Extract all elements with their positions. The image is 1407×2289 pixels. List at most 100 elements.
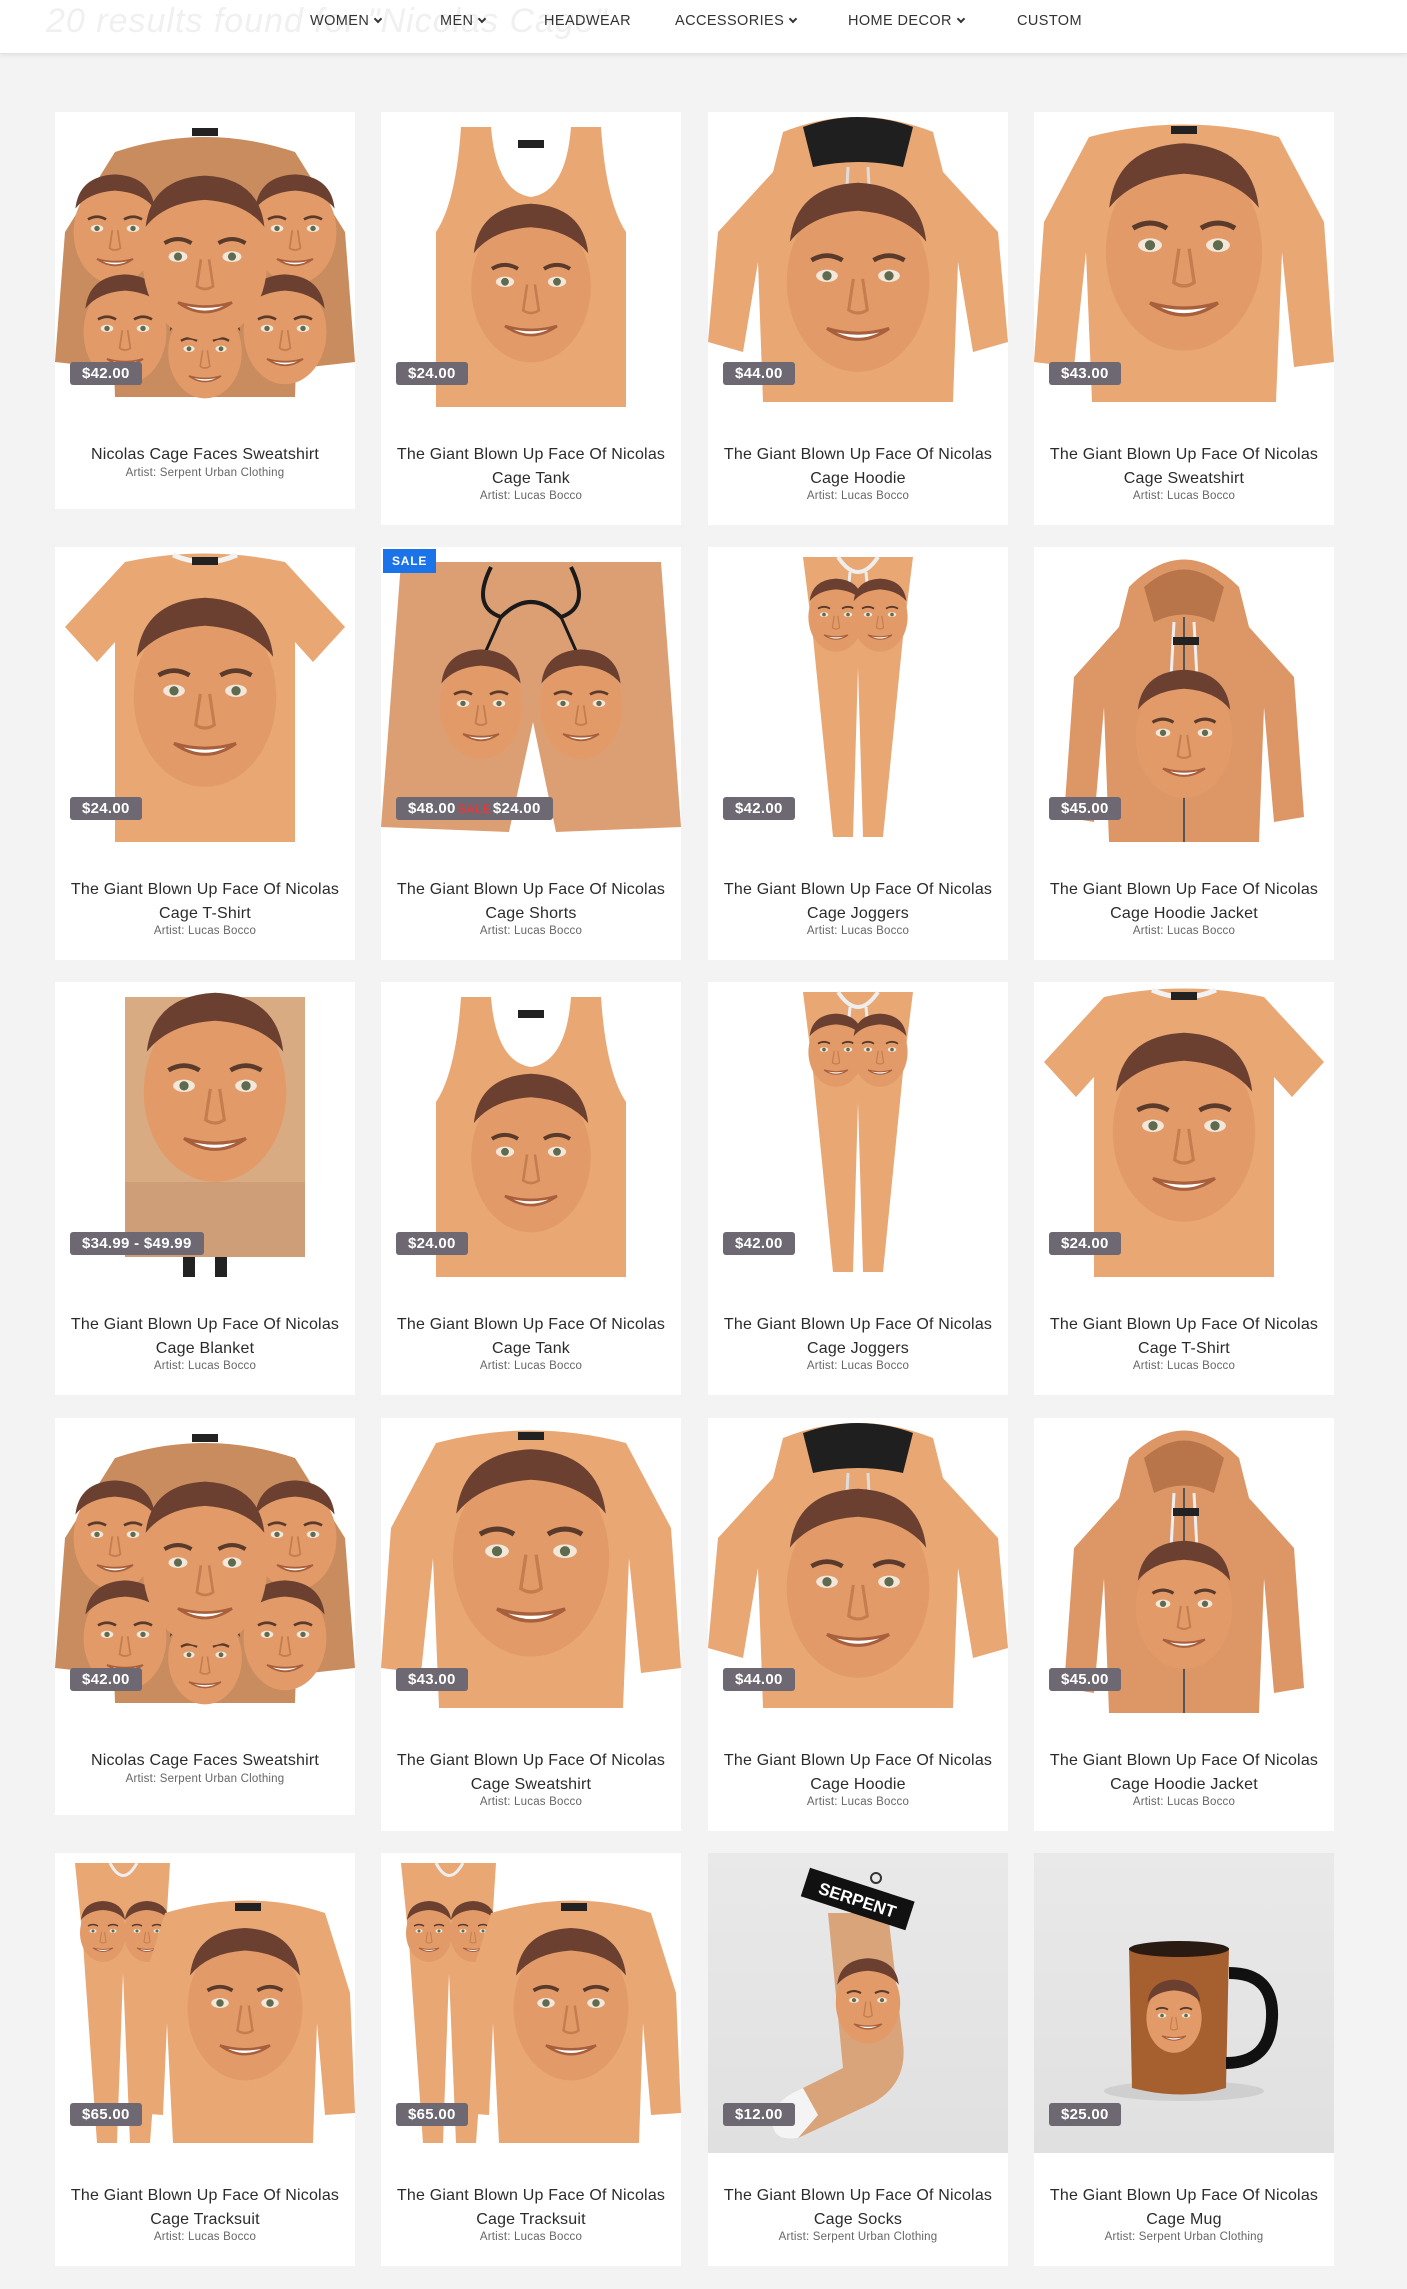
price-tag: $65.00 [70, 2103, 142, 2126]
original-price: $48.00 [408, 800, 456, 817]
price-tag: $45.00 [1049, 797, 1121, 820]
product-artist[interactable]: Artist: Serpent Urban Clothing [55, 1773, 355, 1785]
product-image[interactable]: $65.00 [381, 1853, 681, 2153]
product-title[interactable]: The Giant Blown Up Face Of Nicolas Cage … [1040, 1313, 1328, 1361]
product-image[interactable]: $25.00 [1034, 1853, 1334, 2153]
product-card[interactable]: $65.00 The Giant Blown Up Face Of Nicolas… [55, 1853, 355, 2266]
product-card[interactable]: $42.00 Nicolas Cage Faces Sweatshirt Artis… [55, 1418, 355, 1815]
product-artist[interactable]: Artist: Lucas Bocco [381, 2231, 681, 2243]
product-title[interactable]: The Giant Blown Up Face Of Nicolas Cage … [1040, 2184, 1328, 2232]
sale-badge: SALE [383, 549, 437, 573]
product-title[interactable]: The Giant Blown Up Face Of Nicolas Cage … [387, 443, 675, 491]
product-card[interactable]: $65.00 The Giant Blown Up Face Of Nicolas… [381, 1853, 681, 2266]
product-artist[interactable]: Artist: Serpent Urban Clothing [1034, 2231, 1334, 2243]
product-card[interactable]: $25.00 The Giant Blown Up Face Of Nicolas… [1034, 1853, 1334, 2266]
product-artist[interactable]: Artist: Lucas Bocco [1034, 490, 1334, 502]
product-card[interactable]: $44.00 The Giant Blown Up Face Of Nicolas… [708, 112, 1008, 525]
price-tag: $44.00 [723, 1668, 795, 1691]
product-title[interactable]: Nicolas Cage Faces Sweatshirt [61, 443, 349, 467]
product-image[interactable]: $24.00 [381, 112, 681, 412]
product-artist[interactable]: Artist: Lucas Bocco [1034, 925, 1334, 937]
product-card[interactable]: $42.00 The Giant Blown Up Face Of Nicolas… [708, 982, 1008, 1395]
product-card[interactable]: $42.00 Nicolas Cage Faces Sweatshirt Artis… [55, 112, 355, 509]
product-card[interactable]: SERPENT $12.00 The Giant Blown Up Face Of… [708, 1853, 1008, 2266]
product-artist[interactable]: Artist: Serpent Urban Clothing [708, 2231, 1008, 2243]
price-tag: $42.00 [70, 362, 142, 385]
price-tag: $65.00 [396, 2103, 468, 2126]
product-card[interactable]: SALE $48.00 SALE $24.00 The Giant Blown Up F… [381, 547, 681, 960]
price-tag: $43.00 [1049, 362, 1121, 385]
product-title[interactable]: The Giant Blown Up Face Of Nicolas Cage … [714, 1749, 1002, 1797]
product-image[interactable]: $42.00 [708, 547, 1008, 847]
product-card[interactable]: $45.00 The Giant Blown Up Face Of Nicolas… [1034, 547, 1334, 960]
price-tag: $44.00 [723, 362, 795, 385]
product-artist[interactable]: Artist: Lucas Bocco [55, 1360, 355, 1372]
price-tag: $45.00 [1049, 1668, 1121, 1691]
product-artist[interactable]: Artist: Lucas Bocco [708, 1360, 1008, 1372]
product-title[interactable]: The Giant Blown Up Face Of Nicolas Cage … [1040, 443, 1328, 491]
product-title[interactable]: The Giant Blown Up Face Of Nicolas Cage … [387, 1749, 675, 1797]
product-title[interactable]: The Giant Blown Up Face Of Nicolas Cage … [387, 878, 675, 926]
product-title[interactable]: The Giant Blown Up Face Of Nicolas Cage … [61, 878, 349, 926]
price-tag: $25.00 [1049, 2103, 1121, 2126]
product-artist[interactable]: Artist: Lucas Bocco [708, 1796, 1008, 1808]
sale-price: $24.00 [492, 800, 541, 817]
price-tag: $24.00 [1049, 1232, 1121, 1255]
product-artist[interactable]: Artist: Lucas Bocco [381, 1360, 681, 1372]
product-card[interactable]: $43.00 The Giant Blown Up Face Of Nicolas… [1034, 112, 1334, 525]
price-tag: $42.00 [723, 1232, 795, 1255]
product-image[interactable]: $42.00 [55, 1418, 355, 1718]
price-tag: $48.00 SALE $24.00 [396, 797, 553, 820]
product-title[interactable]: The Giant Blown Up Face Of Nicolas Cage … [714, 2184, 1002, 2232]
product-title[interactable]: Nicolas Cage Faces Sweatshirt [61, 1749, 349, 1773]
product-artist[interactable]: Artist: Lucas Bocco [1034, 1796, 1334, 1808]
product-title[interactable]: The Giant Blown Up Face Of Nicolas Cage … [61, 2184, 349, 2232]
product-card[interactable]: $42.00 The Giant Blown Up Face Of Nicolas… [708, 547, 1008, 960]
price-tag: $24.00 [70, 797, 142, 820]
product-image[interactable]: $45.00 [1034, 1418, 1334, 1718]
product-image[interactable]: $43.00 [1034, 112, 1334, 412]
product-card[interactable]: $24.00 The Giant Blown Up Face Of Nicolas… [381, 112, 681, 525]
product-title[interactable]: The Giant Blown Up Face Of Nicolas Cage … [387, 2184, 675, 2232]
product-title[interactable]: The Giant Blown Up Face Of Nicolas Cage … [714, 443, 1002, 491]
product-image[interactable]: $24.00 [55, 547, 355, 847]
product-artist[interactable]: Artist: Lucas Bocco [381, 925, 681, 937]
product-card[interactable]: $24.00 The Giant Blown Up Face Of Nicolas… [381, 982, 681, 1395]
price-tag: $34.99 - $49.99 [70, 1232, 204, 1255]
product-image[interactable]: $42.00 [708, 982, 1008, 1282]
product-image[interactable]: $45.00 [1034, 547, 1334, 847]
product-artist[interactable]: Artist: Lucas Bocco [708, 925, 1008, 937]
product-image[interactable]: $44.00 [708, 112, 1008, 412]
product-grid: $42.00 Nicolas Cage Faces Sweatshirt Artis… [0, 0, 1407, 2289]
product-image[interactable]: $65.00 [55, 1853, 355, 2153]
sale-mark: SALE [457, 802, 491, 816]
product-card[interactable]: $45.00 The Giant Blown Up Face Of Nicolas… [1034, 1418, 1334, 1831]
product-title[interactable]: The Giant Blown Up Face Of Nicolas Cage … [1040, 878, 1328, 926]
product-image[interactable]: $44.00 [708, 1418, 1008, 1718]
product-title[interactable]: The Giant Blown Up Face Of Nicolas Cage … [714, 1313, 1002, 1361]
product-image[interactable]: $24.00 [381, 982, 681, 1282]
product-artist[interactable]: Artist: Lucas Bocco [381, 1796, 681, 1808]
product-image[interactable]: $42.00 [55, 112, 355, 412]
product-image[interactable]: $24.00 [1034, 982, 1334, 1282]
product-card[interactable]: $34.99 - $49.99 The Giant Blown Up Face O… [55, 982, 355, 1395]
product-image[interactable]: SALE $48.00 SALE $24.00 [381, 547, 681, 847]
product-image[interactable]: $43.00 [381, 1418, 681, 1718]
product-title[interactable]: The Giant Blown Up Face Of Nicolas Cage … [714, 878, 1002, 926]
product-card[interactable]: $24.00 The Giant Blown Up Face Of Nicolas… [1034, 982, 1334, 1395]
product-artist[interactable]: Artist: Lucas Bocco [1034, 1360, 1334, 1372]
product-card[interactable]: $24.00 The Giant Blown Up Face Of Nicolas… [55, 547, 355, 960]
price-tag: $42.00 [723, 797, 795, 820]
product-title[interactable]: The Giant Blown Up Face Of Nicolas Cage … [61, 1313, 349, 1361]
product-artist[interactable]: Artist: Serpent Urban Clothing [55, 467, 355, 479]
product-image[interactable]: $34.99 - $49.99 [55, 982, 355, 1282]
product-artist[interactable]: Artist: Lucas Bocco [381, 490, 681, 502]
product-artist[interactable]: Artist: Lucas Bocco [55, 2231, 355, 2243]
product-card[interactable]: $44.00 The Giant Blown Up Face Of Nicolas… [708, 1418, 1008, 1831]
product-artist[interactable]: Artist: Lucas Bocco [708, 490, 1008, 502]
product-card[interactable]: $43.00 The Giant Blown Up Face Of Nicolas… [381, 1418, 681, 1831]
product-title[interactable]: The Giant Blown Up Face Of Nicolas Cage … [387, 1313, 675, 1361]
product-image[interactable]: SERPENT $12.00 [708, 1853, 1008, 2153]
product-title[interactable]: The Giant Blown Up Face Of Nicolas Cage … [1040, 1749, 1328, 1797]
product-artist[interactable]: Artist: Lucas Bocco [55, 925, 355, 937]
